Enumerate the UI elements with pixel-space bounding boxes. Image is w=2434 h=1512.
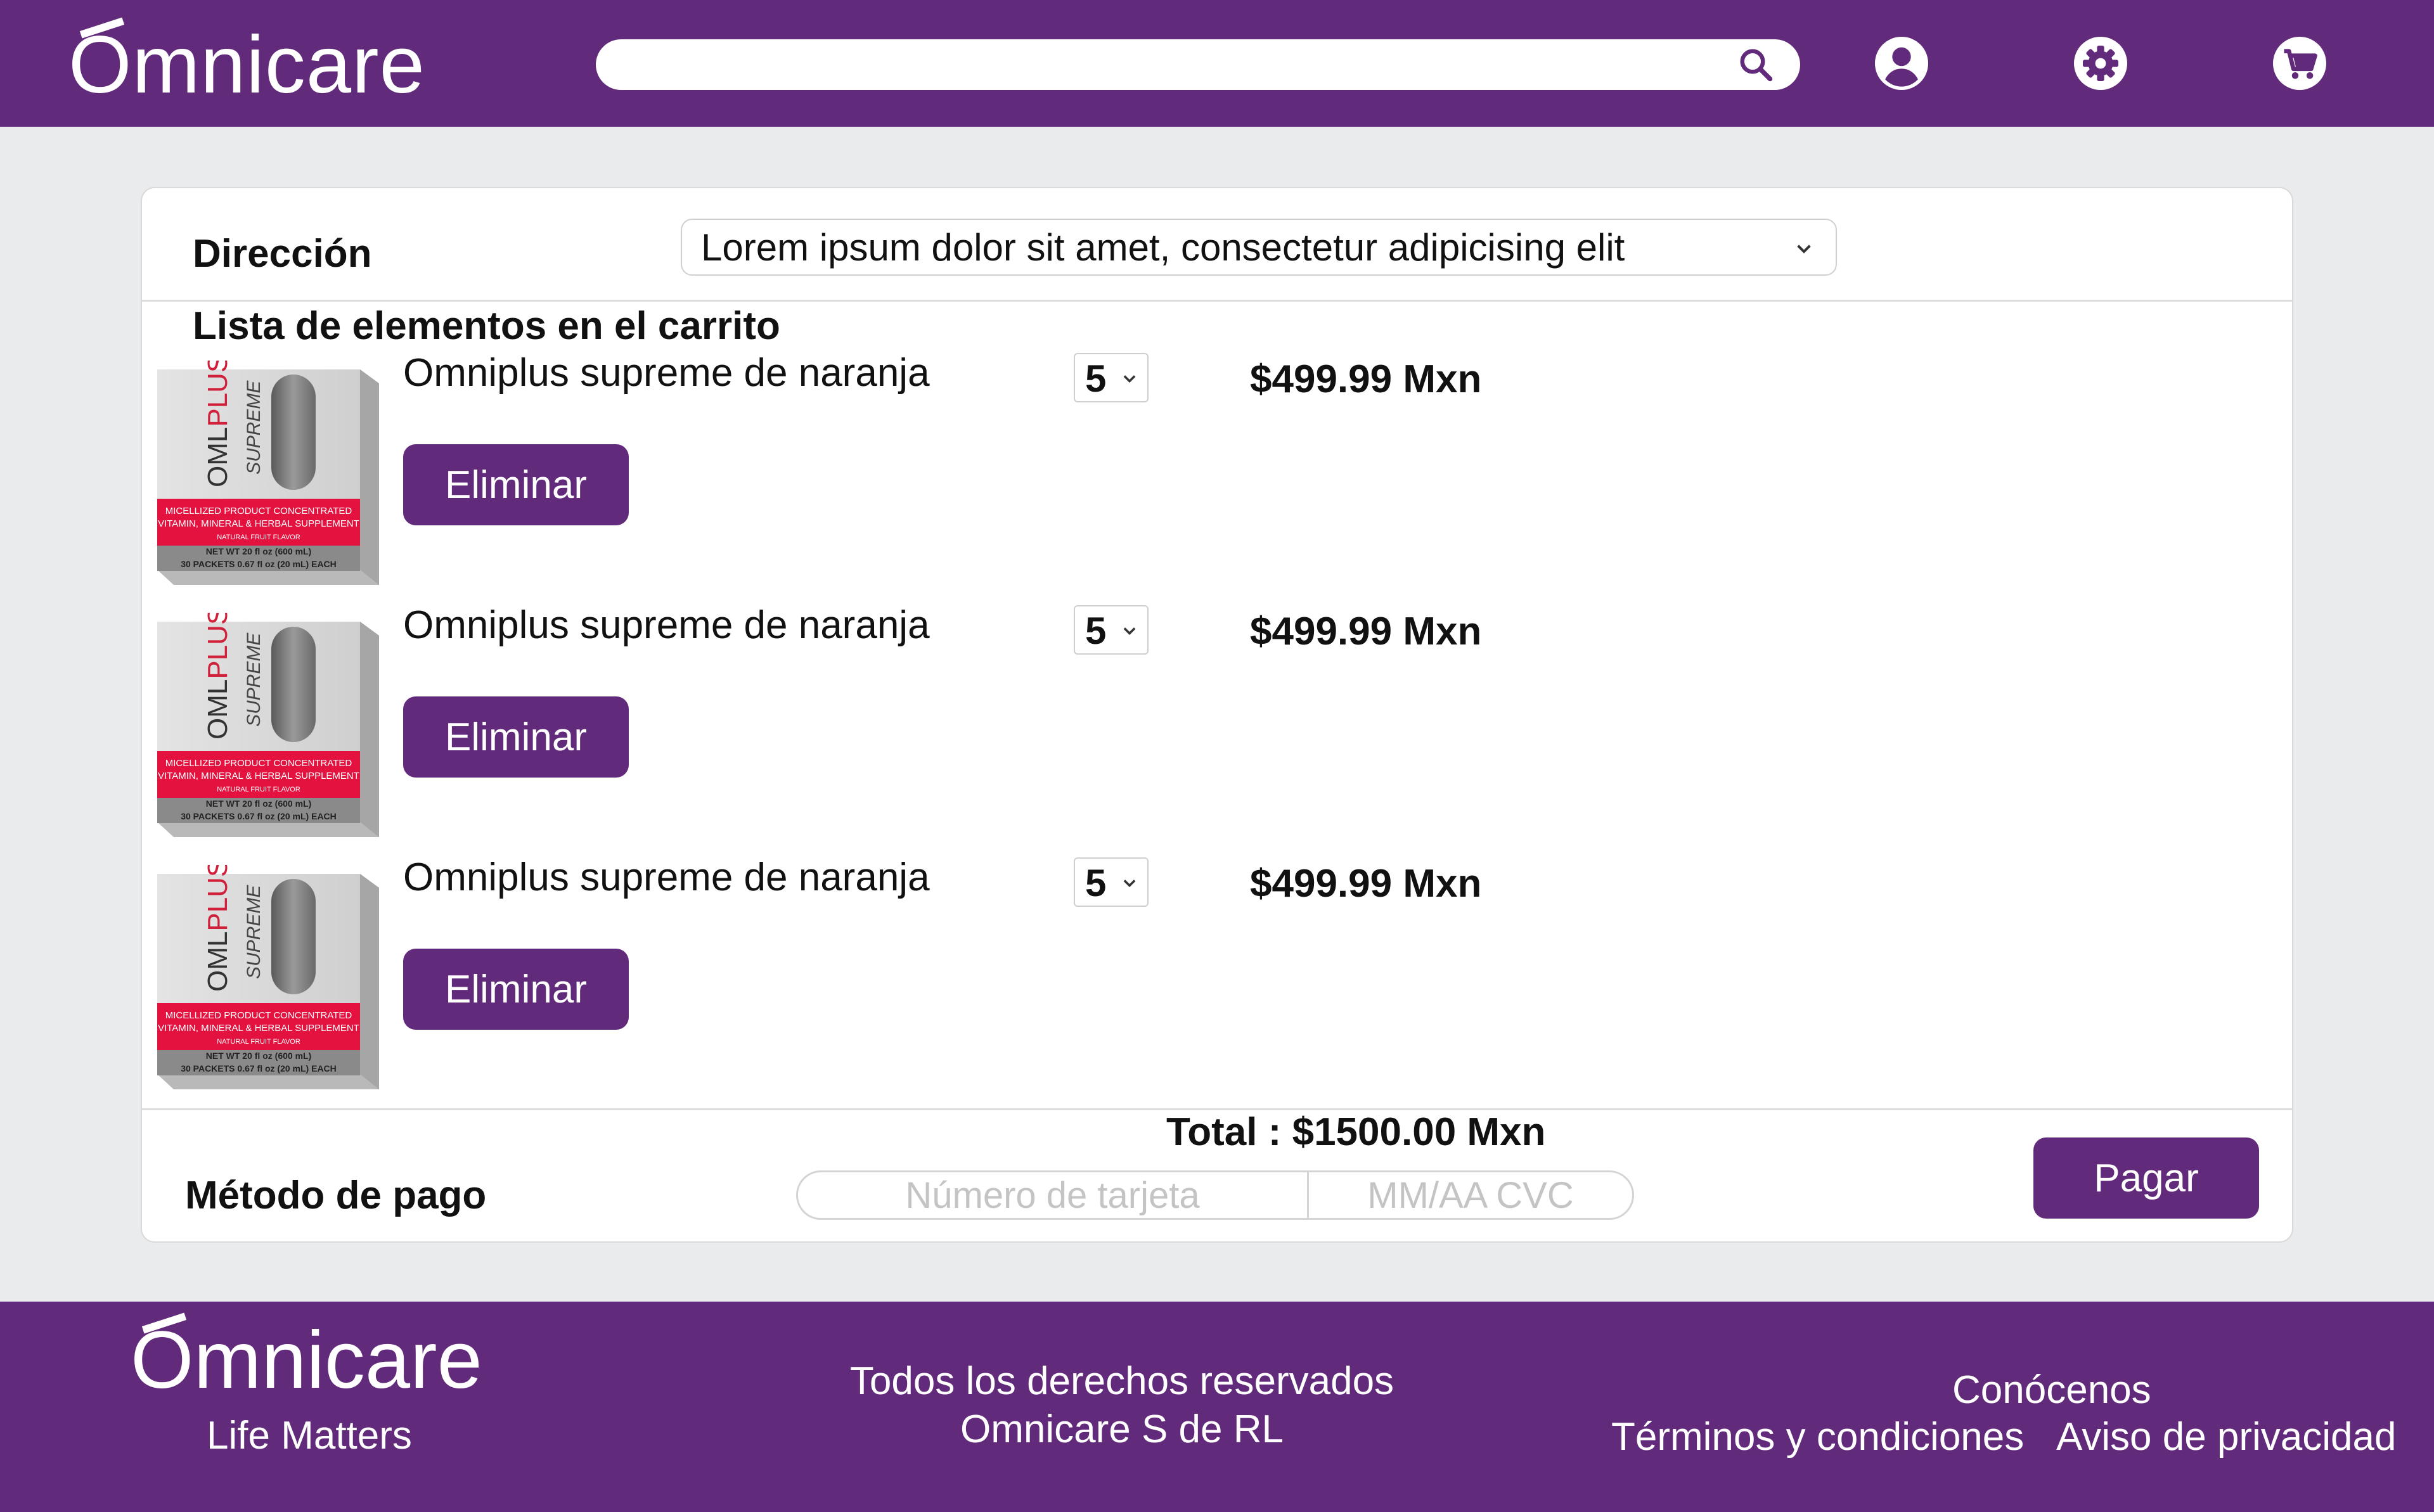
svg-text:NET WT 20 fl oz (600 mL): NET WT 20 fl oz (600 mL) [206,1051,311,1061]
card-expiry-cvc-input[interactable] [1309,1172,1632,1218]
delete-button[interactable]: Eliminar [403,949,629,1030]
cart-item: OMLPLUS SUPREME MICELLIZED PRODUCT CONCE… [151,598,1609,838]
logo-text: mnicare [132,20,425,110]
copyright-line-2: Omnicare S de RL [960,1407,1284,1451]
cart-item: OMLPLUS SUPREME MICELLIZED PRODUCT CONCE… [151,345,1609,586]
svg-text:NET WT 20 fl oz (600 mL): NET WT 20 fl oz (600 mL) [206,798,311,809]
user-icon[interactable] [1875,37,1928,90]
svg-text:OMLPLUS: OMLPLUS [202,361,233,487]
item-name: Omniplus supreme de naranja [403,855,930,899]
product-image[interactable]: OMLPLUS SUPREME MICELLIZED PRODUCT CONCE… [151,613,379,837]
quantity-value: 5 [1085,610,1107,652]
svg-text:MICELLIZED PRODUCT CONCENTRATE: MICELLIZED PRODUCT CONCENTRATED [165,506,352,516]
svg-text:NATURAL FRUIT FLAVOR: NATURAL FRUIT FLAVOR [217,534,300,541]
logo-o-mark: O [68,18,132,113]
cart-item: OMLPLUS SUPREME MICELLIZED PRODUCT CONCE… [151,850,1609,1091]
delete-button[interactable]: Eliminar [403,696,629,778]
svg-text:NET WT 20 fl oz (600 mL): NET WT 20 fl oz (600 mL) [206,546,311,556]
quantity-select[interactable]: 5 [1074,353,1149,402]
cart-total: Total : $1500.00 Mxn [1166,1110,1546,1154]
site-header: Omnicare [0,0,2434,127]
svg-text:30 PACKETS 0.67 fl oz (20 mL): 30 PACKETS 0.67 fl oz (20 mL) EACH [181,1063,337,1073]
quantity-value: 5 [1085,357,1107,400]
item-name: Omniplus supreme de naranja [403,603,930,647]
svg-text:MICELLIZED PRODUCT CONCENTRATE: MICELLIZED PRODUCT CONCENTRATED [165,1010,352,1021]
quantity-select[interactable]: 5 [1074,857,1149,907]
search-input[interactable] [596,39,1800,90]
svg-text:OMLPLUS: OMLPLUS [202,613,233,740]
item-price: $499.99 Mxn [1250,862,1482,906]
chevron-down-icon [1797,245,1811,253]
cart-card: Dirección Lorem ipsum dolor sit amet, co… [141,187,2293,1243]
svg-text:30 PACKETS 0.67 fl oz (20 mL): 30 PACKETS 0.67 fl oz (20 mL) EACH [181,559,337,569]
divider [142,300,2292,302]
logo-o-mark: O [131,1313,194,1408]
svg-text:SUPREME: SUPREME [243,632,264,727]
omnicare-logo[interactable]: Omnicare [68,18,425,113]
card-number-input[interactable] [798,1172,1309,1218]
quantity-select[interactable]: 5 [1074,605,1149,655]
svg-text:OMLPLUS: OMLPLUS [202,865,233,992]
address-label: Dirección [193,232,372,276]
copyright-text: Todos los derechos reservados Omnicare S… [742,1357,1502,1454]
footer-tagline: Life Matters [207,1414,412,1458]
item-price: $499.99 Mxn [1250,610,1482,653]
payment-method-label: Método de pago [185,1174,487,1217]
cart-icon[interactable] [2273,37,2326,90]
svg-text:30 PACKETS 0.67 fl oz (20 mL): 30 PACKETS 0.67 fl oz (20 mL) EACH [181,811,337,821]
svg-text:MICELLIZED PRODUCT CONCENTRATE: MICELLIZED PRODUCT CONCENTRATED [165,758,352,769]
product-image[interactable]: OMLPLUS SUPREME MICELLIZED PRODUCT CONCE… [151,865,379,1089]
gear-icon[interactable] [2074,37,2127,90]
terms-link[interactable]: Términos y condiciones [1611,1414,2024,1459]
privacy-link[interactable]: Aviso de privacidad [2056,1414,2397,1459]
address-select[interactable]: Lorem ipsum dolor sit amet, consectetur … [681,219,1837,276]
svg-text:NATURAL FRUIT FLAVOR: NATURAL FRUIT FLAVOR [217,1038,300,1046]
chevron-down-icon [1123,627,1136,635]
delete-button[interactable]: Eliminar [403,444,629,525]
svg-text:SUPREME: SUPREME [243,885,264,979]
cart-list-title: Lista de elementos en el carrito [193,304,780,348]
about-link[interactable]: Conócenos [1952,1368,2151,1413]
svg-text:VITAMIN, MINERAL & HERBAL SUPP: VITAMIN, MINERAL & HERBAL SUPPLEMENT [158,518,359,529]
svg-text:VITAMIN, MINERAL & HERBAL SUPP: VITAMIN, MINERAL & HERBAL SUPPLEMENT [158,771,359,781]
svg-text:NATURAL FRUIT FLAVOR: NATURAL FRUIT FLAVOR [217,786,300,793]
quantity-value: 5 [1085,862,1107,904]
address-value: Lorem ipsum dolor sit amet, consectetur … [701,226,1625,269]
footer-logo[interactable]: Omnicare [131,1313,482,1408]
search-bar [596,39,1800,90]
search-icon[interactable] [1737,46,1775,84]
svg-text:VITAMIN, MINERAL & HERBAL SUPP: VITAMIN, MINERAL & HERBAL SUPPLEMENT [158,1023,359,1034]
card-input-group [796,1170,1634,1220]
item-name: Omniplus supreme de naranja [403,351,930,395]
item-price: $499.99 Mxn [1250,357,1482,401]
chevron-down-icon [1123,375,1136,383]
product-image[interactable]: OMLPLUS SUPREME MICELLIZED PRODUCT CONCE… [151,361,379,585]
site-footer: Omnicare Life Matters Todos los derechos… [0,1302,2434,1512]
pay-button[interactable]: Pagar [2033,1137,2259,1219]
footer-logo-text: mnicare [193,1315,482,1406]
copyright-line-1: Todos los derechos reservados [849,1359,1394,1403]
svg-text:SUPREME: SUPREME [243,380,264,475]
chevron-down-icon [1123,880,1136,887]
